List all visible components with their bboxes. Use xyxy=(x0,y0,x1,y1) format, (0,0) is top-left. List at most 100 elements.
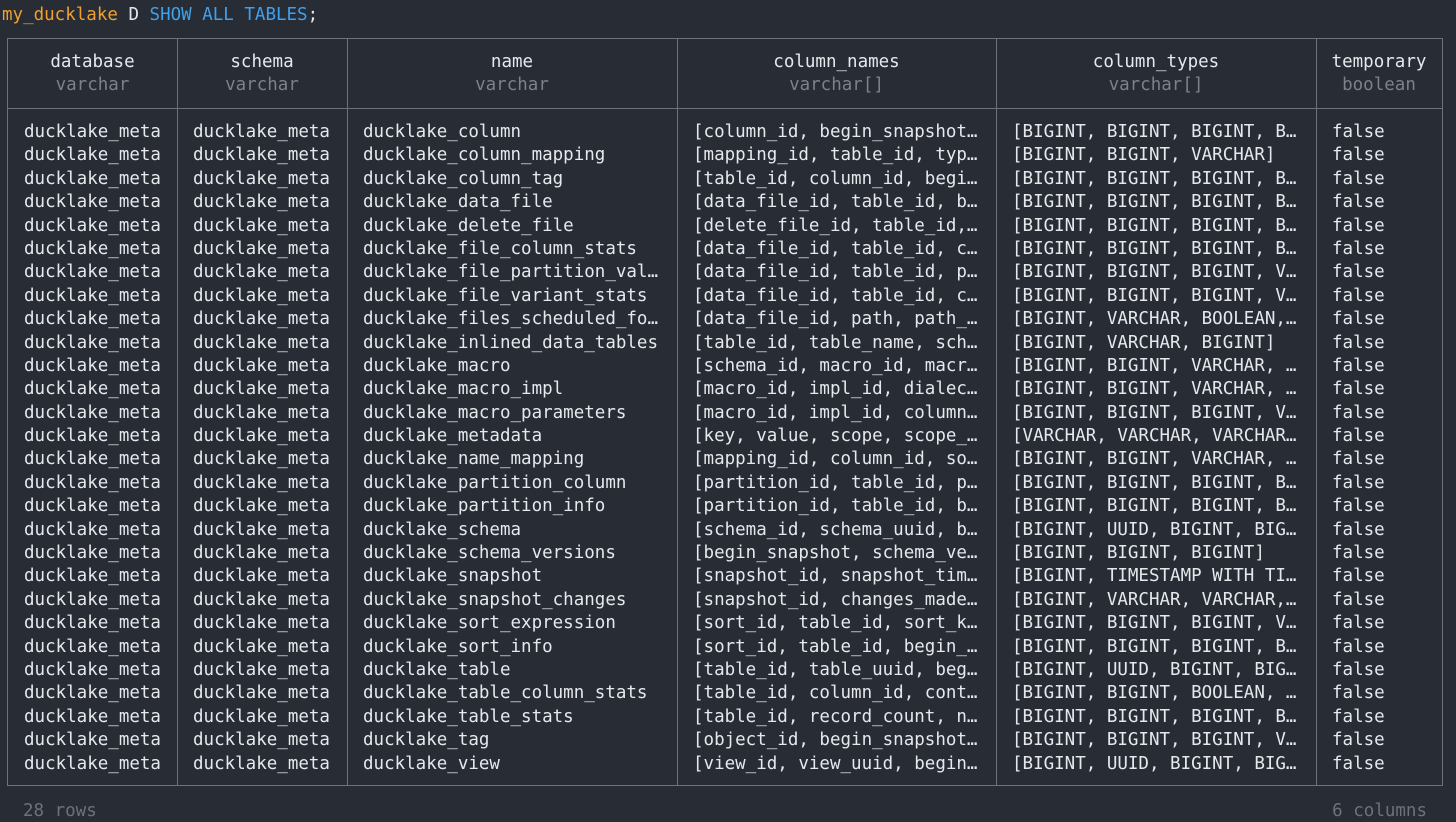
table-cell-temporary: false xyxy=(1332,145,1385,166)
column-header-name: column_types xyxy=(1092,52,1220,72)
table-cell-database: ducklake_meta xyxy=(24,192,161,213)
table-row: ducklake_meta ducklake_meta ducklake_schem… xyxy=(8,519,1442,542)
table-cell-temporary: false xyxy=(1332,285,1385,306)
table-cell-schema: ducklake_meta xyxy=(193,426,330,447)
table-cell-database: ducklake_meta xyxy=(24,449,161,470)
table-cell-schema: ducklake_meta xyxy=(193,145,330,166)
table-cell-name: ducklake_schema_versions xyxy=(363,543,616,564)
column-header-name: schema xyxy=(230,52,294,72)
table-cell-temporary: false xyxy=(1332,215,1385,236)
table-cell-schema: ducklake_meta xyxy=(193,659,330,680)
table-cell-temporary: false xyxy=(1332,683,1385,704)
table-cell-column-names: [table_id, column_id, cont… xyxy=(693,683,978,704)
table-cell-database: ducklake_meta xyxy=(24,426,161,447)
table-row: ducklake_meta ducklake_meta ducklake_colum… xyxy=(8,121,1442,144)
table-cell-database: ducklake_meta xyxy=(24,519,161,540)
column-header-type: varchar[] xyxy=(789,75,884,95)
table-cell-column-names: [partition_id, table_id, b… xyxy=(693,496,978,517)
table-cell-column-types: [BIGINT, BIGINT, BIGINT, B… xyxy=(1012,238,1297,259)
table-cell-name: ducklake_table_stats xyxy=(363,706,574,727)
table-cell-name: ducklake_snapshot xyxy=(363,566,543,587)
table-cell-temporary: false xyxy=(1332,355,1385,376)
table-cell-database: ducklake_meta xyxy=(24,706,161,727)
table-cell-column-names: [table_id, table_uuid, beg… xyxy=(693,659,978,680)
column-header-name: name varchar xyxy=(347,39,677,108)
table-cell-schema: ducklake_meta xyxy=(193,472,330,493)
row-count: 28 rows xyxy=(23,801,97,821)
column-header-name: database xyxy=(50,52,135,72)
table-cell-column-types: [VARCHAR, VARCHAR, VARCHAR… xyxy=(1012,426,1297,447)
table-cell-column-types: [BIGINT, BIGINT, BIGINT, V… xyxy=(1012,262,1297,283)
table-cell-name: ducklake_sort_expression xyxy=(363,613,616,634)
table-cell-schema: ducklake_meta xyxy=(193,192,330,213)
table-cell-column-types: [BIGINT, BIGINT, BIGINT, B… xyxy=(1012,192,1297,213)
table-cell-schema: ducklake_meta xyxy=(193,168,330,189)
table-cell-column-names: [begin_snapshot, schema_ve… xyxy=(693,543,978,564)
column-header-column-names: column_names varchar[] xyxy=(677,39,996,108)
table-cell-schema: ducklake_meta xyxy=(193,496,330,517)
table-row: ducklake_meta ducklake_meta ducklake_file_… xyxy=(8,285,1442,308)
table-cell-column-types: [BIGINT, BIGINT, BIGINT, B… xyxy=(1012,215,1297,236)
prompt-mode: D xyxy=(128,5,139,25)
table-cell-column-names: [data_file_id, table_id, p… xyxy=(693,262,978,283)
table-cell-temporary: false xyxy=(1332,426,1385,447)
table-cell-database: ducklake_meta xyxy=(24,262,161,283)
table-cell-column-types: [BIGINT, BIGINT, BIGINT, V… xyxy=(1012,402,1297,423)
table-cell-column-names: [mapping_id, table_id, typ… xyxy=(693,145,978,166)
terminal-prompt: my_ducklake D SHOW ALL TABLES; xyxy=(2,3,318,27)
table-cell-name: ducklake_inlined_data_tables xyxy=(363,332,659,353)
column-header-temporary: temporary boolean xyxy=(1316,39,1442,108)
table-cell-temporary: false xyxy=(1332,730,1385,751)
table-cell-column-types: [BIGINT, VARCHAR, BOOLEAN,… xyxy=(1012,309,1297,330)
table-cell-schema: ducklake_meta xyxy=(193,122,330,142)
table-cell-name: ducklake_files_scheduled_fo… xyxy=(363,309,659,330)
column-header-type: varchar xyxy=(55,75,130,95)
table-cell-temporary: false xyxy=(1332,659,1385,680)
table-cell-column-types: [BIGINT, BIGINT, BOOLEAN, … xyxy=(1012,683,1297,704)
table-cell-database: ducklake_meta xyxy=(24,122,161,142)
table-cell-database: ducklake_meta xyxy=(24,332,161,353)
table-row: ducklake_meta ducklake_meta ducklake_macro… xyxy=(8,355,1442,378)
table-cell-database: ducklake_meta xyxy=(24,472,161,493)
table-row: ducklake_meta ducklake_meta ducklake_table… xyxy=(8,659,1442,682)
table-cell-column-names: [data_file_id, path, path_… xyxy=(693,309,978,330)
column-header-type: varchar xyxy=(475,75,549,95)
table-cell-database: ducklake_meta xyxy=(24,379,161,400)
table-cell-database: ducklake_meta xyxy=(24,659,161,680)
table-row: ducklake_meta ducklake_meta ducklake_name_… xyxy=(8,448,1442,471)
table-cell-schema: ducklake_meta xyxy=(193,613,330,634)
table-cell-schema: ducklake_meta xyxy=(193,285,330,306)
table-cell-schema: ducklake_meta xyxy=(193,636,330,657)
table-row: ducklake_meta ducklake_meta ducklake_schem… xyxy=(8,542,1442,565)
table-cell-column-types: [BIGINT, BIGINT, VARCHAR] xyxy=(1012,145,1276,166)
table-cell-name: ducklake_delete_file xyxy=(363,215,574,236)
table-cell-column-types: [BIGINT, BIGINT, BIGINT, B… xyxy=(1012,122,1297,142)
table-cell-schema: ducklake_meta xyxy=(193,519,330,540)
table-cell-temporary: false xyxy=(1332,472,1385,493)
table-cell-column-types: [BIGINT, BIGINT, BIGINT, B… xyxy=(1012,706,1297,727)
column-header-name: column_names xyxy=(773,52,900,72)
table-row: ducklake_meta ducklake_meta ducklake_colum… xyxy=(8,144,1442,167)
table-cell-column-names: [table_id, table_name, sch… xyxy=(693,332,978,353)
table-cell-name: ducklake_macro xyxy=(363,355,511,376)
table-cell-temporary: false xyxy=(1332,402,1385,423)
table-cell-name: ducklake_name_mapping xyxy=(363,449,585,470)
table-cell-column-types: [BIGINT, UUID, BIGINT, BIG… xyxy=(1012,753,1297,774)
table-cell-column-names: [snapshot_id, changes_made… xyxy=(693,589,978,610)
column-header-name: name xyxy=(490,52,534,72)
table-cell-temporary: false xyxy=(1332,589,1385,610)
table-cell-column-names: [snapshot_id, snapshot_tim… xyxy=(693,566,978,587)
table-cell-temporary: false xyxy=(1332,449,1385,470)
table-cell-database: ducklake_meta xyxy=(24,543,161,564)
table-cell-database: ducklake_meta xyxy=(24,355,161,376)
table-cell-name: ducklake_macro_impl xyxy=(363,379,564,400)
table-row: ducklake_meta ducklake_meta ducklake_delet… xyxy=(8,215,1442,238)
table-cell-database: ducklake_meta xyxy=(24,636,161,657)
table-cell-column-names: [table_id, column_id, begi… xyxy=(693,168,978,189)
table-cell-database: ducklake_meta xyxy=(24,496,161,517)
table-cell-name: ducklake_metadata xyxy=(363,426,543,447)
table-cell-column-types: [BIGINT, BIGINT, BIGINT, B… xyxy=(1012,636,1297,657)
table-cell-temporary: false xyxy=(1332,613,1385,634)
table-cell-database: ducklake_meta xyxy=(24,566,161,587)
table-cell-name: ducklake_macro_parameters xyxy=(363,402,627,423)
